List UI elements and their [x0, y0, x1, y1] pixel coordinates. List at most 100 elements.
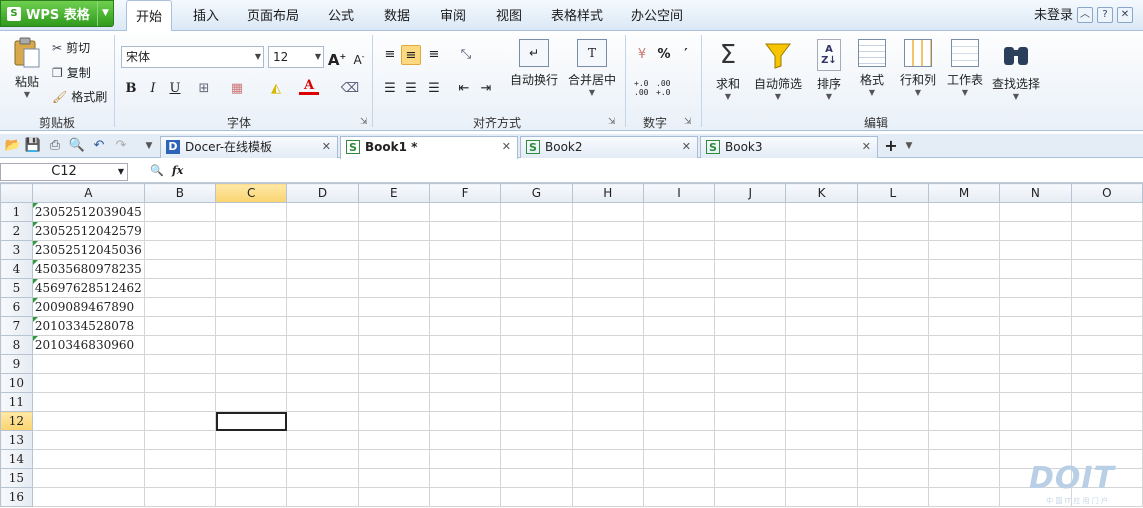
cell-l6[interactable] — [856, 297, 929, 317]
cell-c6[interactable] — [215, 297, 288, 317]
cell-c16[interactable] — [215, 487, 288, 507]
cell-m16[interactable] — [927, 487, 1001, 507]
cell-l3[interactable] — [856, 240, 929, 260]
cell-k8[interactable] — [785, 335, 858, 355]
align-center-icon[interactable]: ☰ — [401, 79, 421, 99]
cell-f14[interactable] — [428, 449, 502, 469]
column-header-o[interactable]: O — [1070, 183, 1143, 203]
cell-b13[interactable] — [143, 430, 217, 450]
auto-filter-button[interactable]: 自动筛选 ▼ — [752, 39, 804, 101]
cell-a2[interactable]: 23052512042579 — [31, 221, 145, 241]
row-header[interactable]: 14 — [0, 449, 33, 469]
cell-n1[interactable] — [999, 202, 1072, 222]
cell-b6[interactable] — [143, 297, 217, 317]
cell-f12[interactable] — [428, 411, 502, 431]
cell-m15[interactable] — [927, 468, 1001, 488]
cell-n4[interactable] — [999, 259, 1072, 279]
cell-j2[interactable] — [714, 221, 787, 241]
cell-o12[interactable] — [1070, 411, 1143, 431]
cell-n10[interactable] — [999, 373, 1072, 393]
undo-icon[interactable]: ↶ — [90, 137, 108, 155]
cell-o8[interactable] — [1070, 335, 1143, 355]
cell-g14[interactable] — [500, 449, 573, 469]
cell-h13[interactable] — [571, 430, 644, 450]
cell-f9[interactable] — [428, 354, 502, 374]
cell-j13[interactable] — [714, 430, 787, 450]
cell-j9[interactable] — [714, 354, 787, 374]
cell-m10[interactable] — [927, 373, 1001, 393]
close-icon[interactable]: ✕ — [862, 137, 871, 157]
cell-k2[interactable] — [785, 221, 858, 241]
cell-k14[interactable] — [785, 449, 858, 469]
column-header-n[interactable]: N — [999, 183, 1072, 203]
print-icon[interactable]: ⎙ — [46, 137, 64, 155]
cell-d9[interactable] — [286, 354, 359, 374]
row-header[interactable]: 13 — [0, 430, 33, 450]
cell-e3[interactable] — [357, 240, 430, 260]
cell-d8[interactable] — [286, 335, 359, 355]
cell-b11[interactable] — [143, 392, 217, 412]
cell-h9[interactable] — [571, 354, 644, 374]
cell-e12[interactable] — [357, 411, 430, 431]
cell-c10[interactable] — [215, 373, 288, 393]
wps-app-button[interactable]: S WPS 表格 ▼ — [0, 0, 114, 27]
cell-a15[interactable] — [31, 468, 145, 488]
column-header-e[interactable]: E — [357, 183, 430, 203]
increase-indent-icon[interactable]: ⇥ — [476, 79, 496, 99]
cell-n8[interactable] — [999, 335, 1072, 355]
rows-columns-button[interactable]: 行和列 ▼ — [896, 39, 940, 97]
cell-d2[interactable] — [286, 221, 359, 241]
cell-b14[interactable] — [143, 449, 217, 469]
cell-a3[interactable]: 23052512045036 — [31, 240, 145, 260]
cell-n6[interactable] — [999, 297, 1072, 317]
cell-e13[interactable] — [357, 430, 430, 450]
cell-f4[interactable] — [428, 259, 502, 279]
cell-d3[interactable] — [286, 240, 359, 260]
cell-h5[interactable] — [571, 278, 644, 298]
column-header-a[interactable]: A — [31, 183, 145, 203]
cell-o3[interactable] — [1070, 240, 1143, 260]
cell-c7[interactable] — [215, 316, 288, 336]
cell-c2[interactable] — [215, 221, 288, 241]
row-header[interactable]: 1 — [0, 202, 33, 222]
row-header[interactable]: 4 — [0, 259, 33, 279]
column-header-m[interactable]: M — [927, 183, 1001, 203]
row-header[interactable]: 10 — [0, 373, 33, 393]
cell-n7[interactable] — [999, 316, 1072, 336]
cell-b9[interactable] — [143, 354, 217, 374]
cell-a10[interactable] — [31, 373, 145, 393]
cell-g11[interactable] — [500, 392, 573, 412]
column-header-k[interactable]: K — [785, 183, 858, 203]
cell-j3[interactable] — [714, 240, 787, 260]
row-header[interactable]: 12 — [0, 411, 33, 431]
bold-button[interactable]: B — [121, 79, 141, 99]
cell-b15[interactable] — [143, 468, 217, 488]
comma-button[interactable]: ′ — [676, 45, 696, 65]
cell-m9[interactable] — [927, 354, 1001, 374]
cell-j5[interactable] — [714, 278, 787, 298]
tab-table-style[interactable]: 表格样式 — [544, 0, 610, 31]
align-top-icon[interactable]: ≡ — [380, 45, 400, 65]
worksheet-button[interactable]: 工作表 ▼ — [944, 39, 986, 97]
cell-b2[interactable] — [143, 221, 217, 241]
cell-l5[interactable] — [856, 278, 929, 298]
cell-c9[interactable] — [215, 354, 288, 374]
cell-f16[interactable] — [428, 487, 502, 507]
cell-color-icon[interactable]: ▦ — [227, 79, 247, 99]
cell-d13[interactable] — [286, 430, 359, 450]
cell-j12[interactable] — [714, 411, 787, 431]
cell-j15[interactable] — [714, 468, 787, 488]
cell-m7[interactable] — [927, 316, 1001, 336]
cell-e14[interactable] — [357, 449, 430, 469]
cell-d11[interactable] — [286, 392, 359, 412]
cell-i1[interactable] — [642, 202, 716, 222]
format-painter-button[interactable]: 🖌 格式刷 — [52, 88, 107, 105]
decrease-decimal-button[interactable]: .00 +.0 — [656, 79, 670, 97]
tab-book2[interactable]: S Book2 ✕ — [520, 136, 698, 158]
cell-d12[interactable] — [286, 411, 359, 431]
cell-d16[interactable] — [286, 487, 359, 507]
cell-k16[interactable] — [785, 487, 858, 507]
cell-c12[interactable] — [215, 411, 288, 431]
cell-g1[interactable] — [500, 202, 573, 222]
chevron-down-icon[interactable]: ▼ — [944, 88, 986, 97]
